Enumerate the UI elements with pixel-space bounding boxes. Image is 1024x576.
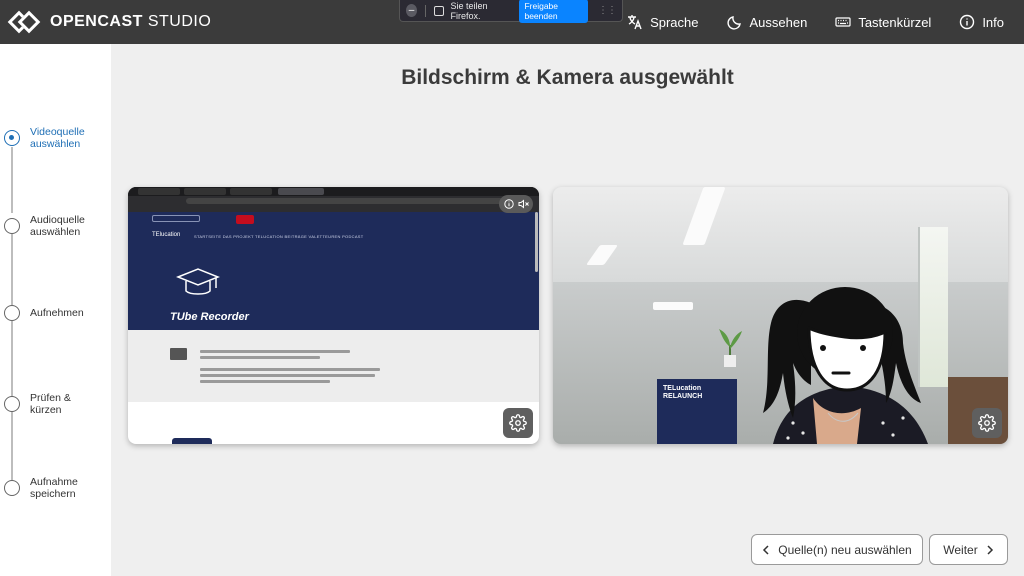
step-label: Aufnehmen bbox=[30, 307, 84, 319]
info-icon bbox=[960, 14, 975, 30]
step-review-trim[interactable]: Prüfen & kürzen bbox=[4, 392, 100, 416]
sharing-text: Sie teilen Firefox. bbox=[450, 0, 488, 21]
audio-info-pill[interactable] bbox=[499, 195, 533, 213]
step-indicator-icon bbox=[4, 396, 20, 412]
nav-language-label: Sprache bbox=[650, 14, 699, 30]
reselect-sources-button[interactable]: Quelle(n) neu auswählen bbox=[751, 534, 923, 565]
step-sidebar: Videoquelle auswählen Audioquelle auswäh… bbox=[0, 44, 111, 576]
minimize-icon[interactable]: – bbox=[406, 4, 418, 17]
gear-icon bbox=[509, 414, 527, 432]
step-connector bbox=[11, 234, 13, 305]
step-label: Prüfen & kürzen bbox=[30, 392, 71, 416]
reselect-sources-label: Quelle(n) neu auswählen bbox=[778, 542, 912, 557]
info-icon bbox=[503, 199, 514, 209]
step-indicator-icon bbox=[4, 305, 20, 321]
step-video-source[interactable]: Videoquelle auswählen bbox=[4, 126, 100, 150]
step-label: Aufnahme speichern bbox=[30, 476, 78, 500]
screen-settings-button[interactable] bbox=[503, 408, 533, 438]
graduation-cap-icon bbox=[176, 268, 220, 295]
logo-diamond-icon bbox=[7, 10, 42, 34]
scrollbar bbox=[535, 212, 538, 272]
chevron-right-icon bbox=[987, 544, 993, 555]
site-menu: STARTSEITE DAS PROJEKT TELUCATION BEITRÄ… bbox=[194, 234, 364, 239]
person-with-cartoon-face bbox=[763, 287, 928, 444]
shared-site-hero: TElucation STARTSEITE DAS PROJEKT TELUCA… bbox=[128, 212, 539, 330]
step-connector bbox=[11, 147, 13, 213]
header-nav: Sprache Aussehen Tastenkürzel Info bbox=[627, 0, 1004, 44]
step-indicator-icon bbox=[4, 480, 20, 496]
share-screen-icon bbox=[433, 5, 444, 16]
drag-handle-icon[interactable]: ⋮⋮ bbox=[598, 5, 617, 16]
keyboard-icon bbox=[835, 17, 851, 27]
logo-text-light: STUDIO bbox=[147, 13, 212, 30]
step-indicator-icon bbox=[4, 218, 20, 234]
nav-info[interactable]: Info bbox=[959, 14, 1004, 30]
nav-language[interactable]: Sprache bbox=[627, 14, 699, 30]
shared-site-body bbox=[128, 330, 539, 402]
site-title: TUbe Recorder bbox=[170, 311, 249, 323]
nav-shortcuts[interactable]: Tastenkürzel bbox=[835, 14, 931, 30]
speaker-muted-icon bbox=[518, 199, 529, 209]
gear-icon bbox=[978, 414, 996, 432]
nav-appearance-label: Aussehen bbox=[749, 14, 808, 30]
screen-preview: TElucation STARTSEITE DAS PROJEKT TELUCA… bbox=[128, 187, 539, 444]
stop-sharing-button[interactable]: Freigabe beenden bbox=[519, 0, 588, 23]
step-active-indicator-icon bbox=[4, 130, 20, 146]
step-save-recording[interactable]: Aufnahme speichern bbox=[4, 476, 100, 500]
moon-icon bbox=[726, 16, 741, 30]
translate-icon bbox=[628, 15, 642, 30]
camera-preview: TELucation RELAUNCH bbox=[553, 187, 1008, 444]
shared-browser-toolbar bbox=[128, 187, 539, 212]
next-label: Weiter bbox=[943, 542, 978, 557]
screen-sharing-indicator: – Sie teilen Firefox. Freigabe beenden ⋮… bbox=[399, 0, 623, 23]
tu-logo bbox=[236, 215, 254, 224]
camera-settings-button[interactable] bbox=[972, 408, 1002, 438]
step-connector bbox=[11, 321, 13, 401]
plant bbox=[719, 329, 742, 367]
nav-appearance[interactable]: Aussehen bbox=[726, 14, 808, 30]
nav-info-label: Info bbox=[982, 14, 1004, 30]
telucation-banner: TELucation RELAUNCH bbox=[657, 379, 737, 444]
page-title: Bildschirm & Kamera ausgewählt bbox=[401, 66, 734, 89]
step-audio-source[interactable]: Audioquelle auswählen bbox=[4, 214, 100, 238]
next-button[interactable]: Weiter bbox=[929, 534, 1008, 565]
logo-text-bold: OPENCAST bbox=[50, 13, 143, 30]
chevron-left-icon bbox=[763, 544, 769, 555]
opencast-logo[interactable]: OPENCAST STUDIO bbox=[7, 10, 212, 34]
step-record[interactable]: Aufnehmen bbox=[4, 305, 100, 321]
site-brand: TElucation bbox=[152, 232, 181, 238]
ceiling-light bbox=[653, 302, 693, 310]
banner-text: TELucation RELAUNCH bbox=[663, 385, 703, 400]
step-label: Audioquelle auswählen bbox=[30, 214, 85, 238]
step-label: Videoquelle auswählen bbox=[30, 126, 85, 150]
nav-shortcuts-label: Tastenkürzel bbox=[858, 14, 932, 30]
video-camera-icon bbox=[170, 348, 187, 360]
